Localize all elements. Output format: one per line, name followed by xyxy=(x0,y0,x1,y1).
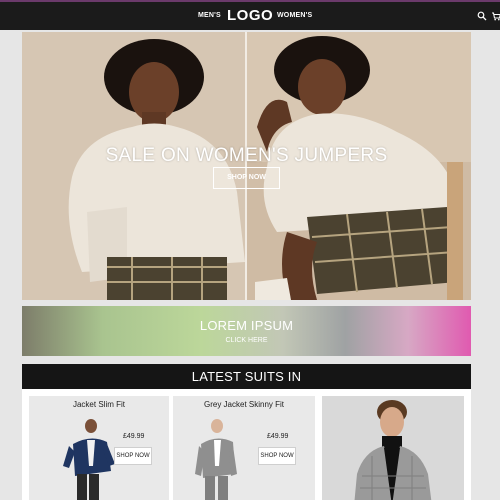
hero-title: SALE ON WOMEN'S JUMPERS xyxy=(105,145,388,166)
hero-banner[interactable]: SALE ON WOMEN'S JUMPERS SHOP NOW xyxy=(22,32,471,300)
product-card[interactable]: Jacket Slim Fit £49.99 SHOP NOW xyxy=(29,396,169,500)
promo-banner[interactable]: LOREM IPSUM CLICK HERE xyxy=(22,306,471,356)
product-card[interactable]: Grey Jacket Skinny Fit £49.99 SHOP NOW xyxy=(173,396,315,500)
top-navbar: MEN'S LOGO WOMEN'S xyxy=(0,0,500,30)
hero-shop-now-button[interactable]: SHOP NOW xyxy=(213,167,280,189)
nav-womens-link[interactable]: WOMEN'S xyxy=(277,12,312,19)
product-price: £49.99 xyxy=(123,433,145,440)
site-logo[interactable]: LOGO xyxy=(227,7,273,24)
product-shop-now-button[interactable]: SHOP NOW xyxy=(258,447,296,465)
promo-click-here-link[interactable]: CLICK HERE xyxy=(22,337,471,344)
product-card[interactable] xyxy=(322,396,464,500)
product-price: £49.99 xyxy=(267,433,289,440)
section-heading: LATEST SUITS IN xyxy=(22,364,471,389)
promo-title: LOREM IPSUM xyxy=(199,318,294,333)
product-image xyxy=(322,396,464,500)
nav-mens-link[interactable]: MEN'S xyxy=(198,12,221,19)
search-icon[interactable] xyxy=(477,11,487,21)
cart-icon[interactable] xyxy=(491,11,500,21)
latest-suits-section: LATEST SUITS IN Jacket Slim Fit £49.99 S… xyxy=(22,364,471,500)
product-shop-now-button[interactable]: SHOP NOW xyxy=(114,447,152,465)
